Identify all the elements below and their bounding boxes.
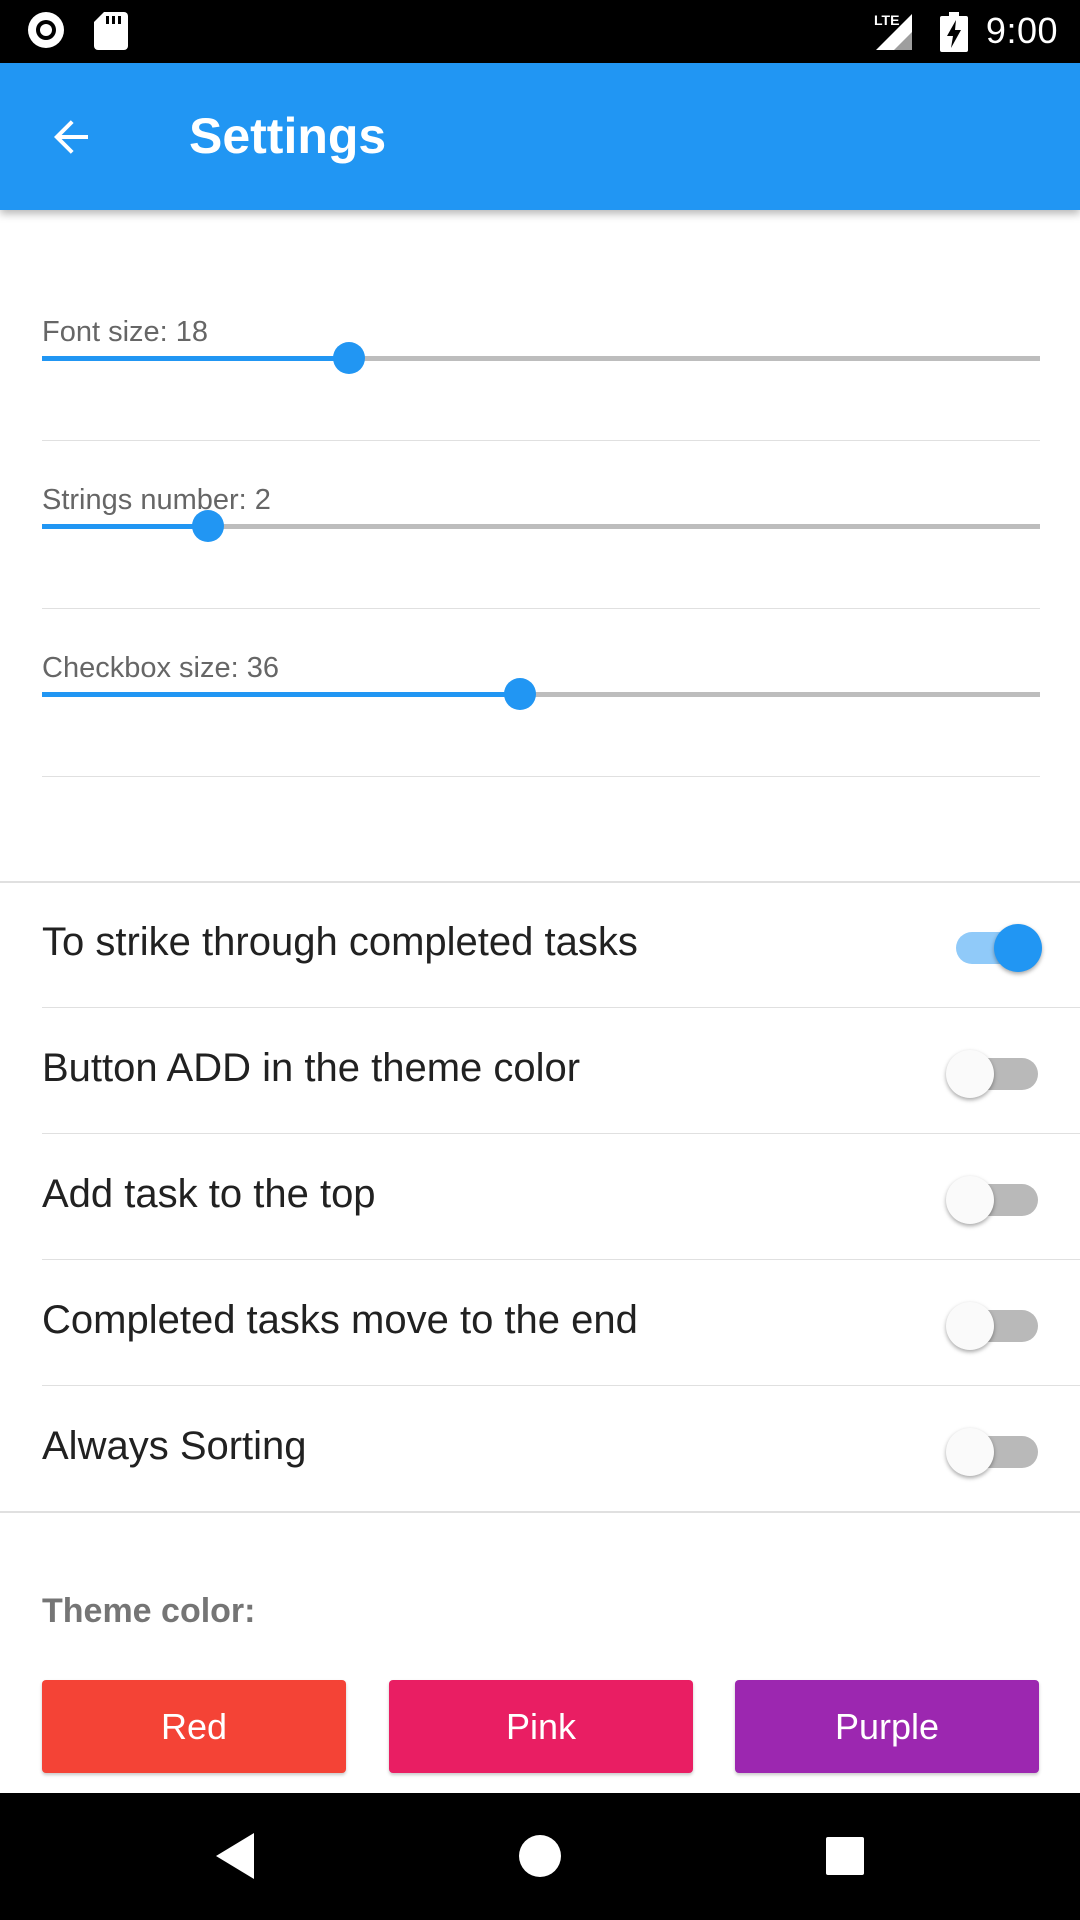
- app-bar: Settings: [0, 63, 1080, 210]
- add-task-top-label: Add task to the top: [42, 1172, 376, 1216]
- checkbox-size-label: Checkbox size: 36: [42, 652, 279, 684]
- strike-through-label: To strike through completed tasks: [42, 920, 638, 964]
- recents-square-icon: [826, 1837, 864, 1875]
- slider-fill: [42, 524, 208, 529]
- strings-number-slider[interactable]: [42, 510, 1040, 542]
- always-sorting-switch[interactable]: [946, 1426, 1042, 1476]
- slider-thumb[interactable]: [504, 678, 537, 710]
- always-sorting-setting[interactable]: Always Sorting: [42, 1386, 1080, 1511]
- strings-number-setting: Strings number: 2: [42, 440, 1040, 609]
- back-button[interactable]: [34, 99, 110, 175]
- font-size-label: Font size: 18: [42, 316, 209, 348]
- checkbox-size-setting: Checkbox size: 36: [42, 608, 1040, 777]
- strike-through-setting[interactable]: To strike through completed tasks: [42, 882, 1080, 1008]
- switch-knob: [946, 1050, 994, 1098]
- nav-home-button[interactable]: [505, 1821, 575, 1891]
- section-divider: [0, 1511, 1080, 1513]
- theme-purple-button[interactable]: Purple: [735, 1680, 1039, 1773]
- add-button-theme-label: Button ADD in the theme color: [42, 1046, 581, 1090]
- font-size-slider[interactable]: [42, 342, 1040, 374]
- settings-screen: LTE 9:00 Settings Font size: 18 Strings …: [0, 0, 1080, 1920]
- theme-pink-button[interactable]: Pink: [389, 1680, 693, 1773]
- nav-back-button[interactable]: [200, 1821, 270, 1891]
- nav-recents-button[interactable]: [810, 1821, 880, 1891]
- network-type-label: LTE: [874, 12, 900, 28]
- back-triangle-icon: [216, 1833, 254, 1879]
- theme-color-label: Theme color:: [42, 1592, 256, 1630]
- slider-thumb[interactable]: [333, 342, 366, 374]
- font-size-setting: Font size: 18: [42, 272, 1040, 441]
- page-title: Settings: [189, 108, 387, 164]
- add-button-theme-switch[interactable]: [946, 1048, 1042, 1098]
- checkbox-size-slider[interactable]: [42, 678, 1040, 710]
- slider-fill: [42, 692, 521, 697]
- add-task-top-switch[interactable]: [946, 1174, 1042, 1224]
- strike-through-switch[interactable]: [946, 922, 1042, 972]
- always-sorting-label: Always Sorting: [42, 1424, 307, 1468]
- switch-knob: [946, 1176, 994, 1224]
- completed-move-end-label: Completed tasks move to the end: [42, 1298, 638, 1342]
- switch-knob: [946, 1428, 994, 1476]
- navigation-bar: [0, 1793, 1080, 1920]
- arrow-back-icon: [54, 120, 88, 154]
- record-icon: [28, 12, 64, 48]
- add-task-top-setting[interactable]: Add task to the top: [42, 1134, 1080, 1260]
- battery-charging-icon: [940, 12, 968, 52]
- slider-fill: [42, 356, 350, 361]
- switch-knob: [994, 924, 1042, 972]
- sd-card-icon: [94, 12, 128, 50]
- theme-red-button[interactable]: Red: [42, 1680, 346, 1773]
- completed-move-end-switch[interactable]: [946, 1300, 1042, 1350]
- completed-move-end-setting[interactable]: Completed tasks move to the end: [42, 1260, 1080, 1386]
- clock: 9:00: [985, 10, 1058, 51]
- switch-knob: [946, 1302, 994, 1350]
- add-button-theme-setting[interactable]: Button ADD in the theme color: [42, 1008, 1080, 1134]
- home-circle-icon: [519, 1835, 561, 1877]
- strings-number-label: Strings number: 2: [42, 484, 271, 516]
- status-bar: LTE 9:00: [0, 0, 1080, 63]
- slider-thumb[interactable]: [191, 510, 224, 542]
